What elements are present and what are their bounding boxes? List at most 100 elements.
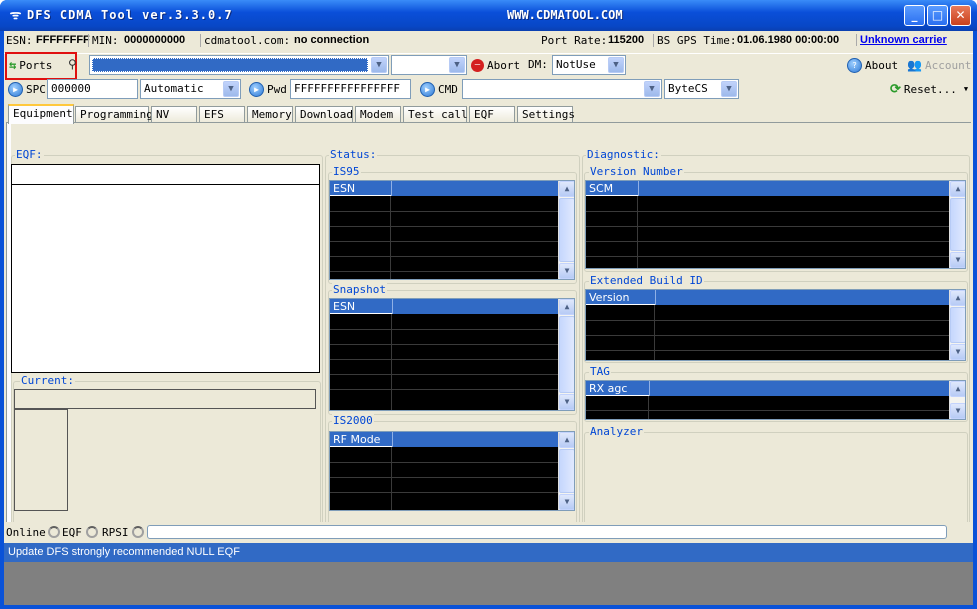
scroll-up-icon[interactable]: ▲ [950, 290, 965, 306]
grid-row-line [330, 256, 559, 257]
grid-row-line [330, 271, 559, 272]
grid-row-line [330, 462, 559, 463]
account-button[interactable]: 👥 Account [904, 55, 974, 75]
version-grid[interactable]: SCM ▲ ▼ [585, 180, 966, 269]
is2000-header: RF Mode [330, 432, 392, 447]
pwd-label: Pwd [267, 82, 287, 96]
tag-grid[interactable]: RX agc ▲ ▼ [585, 380, 966, 420]
rpsi-label: RPSI [102, 526, 129, 539]
minimize-button[interactable]: _ [904, 5, 925, 26]
window-title: DFS CDMA Tool ver.3.3.0.7 [27, 8, 233, 22]
snapshot-grid[interactable]: ESN ▲ ▼ [329, 298, 575, 411]
chevron-down-icon: ▼ [608, 57, 624, 73]
version-scrollbar[interactable]: ▲ ▼ [949, 181, 965, 268]
grid-row-line [330, 389, 559, 390]
scroll-thumb[interactable] [559, 316, 574, 393]
toolbar-2: ▶ SPC 000000 Automatic ▼ ▶ Pwd FFFFFFFFF… [4, 78, 973, 102]
scroll-down-icon[interactable]: ▼ [559, 263, 574, 279]
esn-value: FFFFFFFF [36, 34, 90, 46]
tab-eqf[interactable]: EQF [469, 106, 515, 123]
about-button[interactable]: ? About [844, 55, 901, 75]
scroll-thumb[interactable] [559, 449, 574, 493]
scroll-down-icon[interactable]: ▼ [950, 252, 965, 268]
reset-label: Reset... [903, 82, 957, 96]
scroll-thumb[interactable] [559, 198, 574, 262]
equipment-page: EQF: Current: Status: IS95 ESN ▲ ▼ Snaps… [6, 122, 971, 548]
grid-col-divider [654, 305, 655, 360]
tab-download[interactable]: Download [295, 106, 353, 123]
close-button[interactable]: ✕ [950, 5, 971, 26]
status-group-label: Status: [329, 148, 378, 161]
tab-equipment[interactable]: Equipment [8, 104, 74, 124]
format-select[interactable]: ByteCS ▼ [664, 79, 739, 99]
tab-nv[interactable]: NV [151, 106, 197, 123]
eqf-spinner-icon [86, 526, 98, 538]
current-group-label: Current: [20, 374, 75, 387]
abort-button[interactable]: — Abort [468, 55, 523, 75]
second-select[interactable]: ▼ [391, 55, 467, 75]
highlight-frame [5, 52, 77, 80]
grid-row-line [586, 335, 950, 336]
account-icon: 👥 [907, 58, 922, 72]
tag-scrollbar[interactable]: ▲ ▼ [949, 381, 965, 419]
version-header-value [638, 181, 950, 196]
scroll-down-icon[interactable]: ▼ [559, 394, 574, 410]
inner-toolbar-strip [11, 123, 971, 147]
port-rate-value: 115200 [608, 34, 645, 46]
play-icon: ▶ [8, 81, 23, 97]
cmd-button[interactable]: ▶ CMD [417, 79, 461, 99]
cmd-select[interactable]: ▼ [462, 79, 662, 99]
tab-efs[interactable]: EFS [199, 106, 245, 123]
grid-col-divider [648, 396, 649, 419]
is95-scrollbar[interactable]: ▲ ▼ [558, 181, 574, 279]
tag-header: RX agc [586, 381, 649, 396]
ext-build-grid[interactable]: Version ▲ ▼ [585, 289, 966, 361]
mode-select[interactable]: Automatic ▼ [140, 79, 241, 99]
pwd-button[interactable]: ▶ Pwd [246, 79, 290, 99]
current-field[interactable] [14, 389, 316, 409]
pin-icon[interactable]: ⚲ [68, 57, 77, 71]
carrier-link[interactable]: Unknown carrier [856, 34, 947, 46]
grid-row-line [586, 211, 950, 212]
snapshot-scrollbar[interactable]: ▲ ▼ [558, 299, 574, 410]
scroll-up-icon[interactable]: ▲ [950, 381, 965, 397]
scroll-down-icon[interactable]: ▼ [950, 403, 965, 419]
port-select[interactable]: ▼ [89, 55, 389, 75]
maximize-button[interactable]: □ [927, 5, 948, 26]
grid-col-divider [391, 447, 392, 510]
tab-test-call[interactable]: Test call [403, 106, 468, 123]
tab-settings[interactable]: Settings [517, 106, 575, 123]
analyzer-label: Analyzer [589, 425, 644, 438]
pwd-input[interactable]: FFFFFFFFFFFFFFFF [290, 79, 411, 99]
reset-button[interactable]: ⟳ Reset... ▼ [887, 79, 971, 99]
dm-label: DM: [528, 58, 548, 71]
eqf-list[interactable] [11, 184, 320, 373]
tab-programming[interactable]: Programming [75, 106, 153, 123]
scroll-down-icon[interactable]: ▼ [950, 344, 965, 360]
gps-value: 01.06.1980 00:00:00 [737, 34, 840, 46]
scroll-up-icon[interactable]: ▲ [559, 299, 574, 315]
scroll-up-icon[interactable]: ▲ [950, 181, 965, 197]
scroll-thumb[interactable] [950, 307, 965, 343]
spc-button[interactable]: ▶ SPC [5, 79, 49, 99]
tab-memory[interactable]: Memory [247, 106, 293, 123]
spc-input[interactable]: 000000 [47, 79, 138, 99]
spc-label: SPC [26, 82, 46, 96]
connection-status: no connection [294, 34, 370, 46]
scroll-down-icon[interactable]: ▼ [559, 494, 574, 510]
is2000-grid[interactable]: RF Mode ▲ ▼ [329, 431, 575, 511]
port-select-value [92, 58, 368, 72]
chevron-down-icon: ▼ [721, 81, 737, 97]
is2000-label: IS2000 [332, 414, 374, 427]
ext-build-scrollbar[interactable]: ▲ ▼ [949, 290, 965, 360]
dm-select[interactable]: NotUse ▼ [552, 55, 626, 75]
grid-row-line [330, 211, 559, 212]
application-window: ᯤ DFS CDMA Tool ver.3.3.0.7 WWW.CDMATOOL… [0, 0, 977, 609]
tab-modem[interactable]: Modem [355, 106, 401, 123]
scroll-up-icon[interactable]: ▲ [559, 181, 574, 197]
version-header: SCM [586, 181, 638, 196]
is95-grid[interactable]: ESN ▲ ▼ [329, 180, 575, 280]
scroll-thumb[interactable] [950, 198, 965, 251]
scroll-up-icon[interactable]: ▲ [559, 432, 574, 448]
is2000-scrollbar[interactable]: ▲ ▼ [558, 432, 574, 510]
